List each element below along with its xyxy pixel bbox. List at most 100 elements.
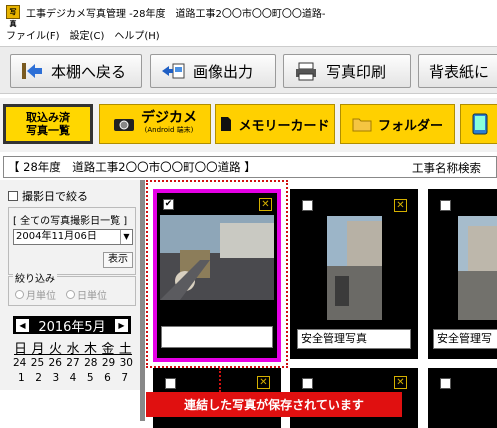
spine-button[interactable]: 背表紙に: [418, 54, 497, 88]
photo-checkbox[interactable]: [302, 200, 313, 211]
calendar-day[interactable]: 5: [87, 372, 94, 384]
app-icon: 写真: [6, 5, 20, 28]
calendar-day[interactable]: 1: [18, 372, 25, 384]
filter-by-date-row: 撮影日で絞る: [8, 188, 88, 204]
calendar-title: 2016年5月: [38, 319, 106, 335]
construction-photo: [160, 215, 274, 300]
back-to-shelf-button[interactable]: 本棚へ戻る: [10, 54, 142, 88]
tab-imported-line2: 写真一覧: [26, 124, 70, 137]
photo-checkbox[interactable]: [165, 378, 176, 389]
image-export-label: 画像出力: [193, 62, 254, 81]
menu-file[interactable]: ファイル(F): [6, 27, 60, 42]
close-icon[interactable]: ✕: [394, 376, 407, 389]
calendar-header: ◀ 2016年5月 ▶: [13, 316, 131, 335]
calendar-week-2: 1 2 3 4 5 6 7: [18, 372, 128, 384]
tab-folder-label: フォルダー: [377, 118, 443, 134]
next-month-icon[interactable]: ▶: [114, 318, 128, 332]
photo-card-selected[interactable]: ✔ ✕: [153, 189, 281, 362]
camera-icon: [114, 119, 134, 131]
callout-label: 連結した写真が保存されています: [146, 392, 402, 417]
window-title: 工事デジカメ写真管理 -28年度 道路工事2〇〇市〇〇町〇〇道路-: [26, 8, 326, 20]
date-select[interactable]: 2004年11月06日 ▼: [13, 229, 133, 245]
close-icon[interactable]: ✕: [257, 376, 270, 389]
photo-grid: ✔ ✕ ✕ 安全管理写真 安全管理写 ✕ ✕: [145, 180, 497, 428]
spine-label: 背表紙に: [429, 62, 490, 81]
tab-memory-label: メモリーカード: [238, 118, 330, 134]
photo-checkbox[interactable]: [440, 200, 451, 211]
tab-memory-card[interactable]: メモリーカード: [215, 104, 335, 144]
photo-checkbox[interactable]: [440, 378, 451, 389]
filter-by-date-checkbox[interactable]: [8, 191, 18, 201]
close-icon[interactable]: ✕: [394, 199, 407, 212]
close-icon[interactable]: ✕: [259, 198, 272, 211]
date-list-label: [ 全ての写真撮影日一覧 ]: [13, 216, 128, 227]
folder-icon: [352, 118, 372, 132]
tab-camera-sub: (Android 端末): [144, 126, 194, 134]
tab-tablet[interactable]: [460, 104, 497, 144]
calendar-day[interactable]: 29: [102, 357, 115, 369]
calendar-day[interactable]: 7: [121, 372, 128, 384]
radio-month[interactable]: 月単位: [15, 287, 56, 302]
source-tabs: 取込み済 写真一覧 デジカメ (Android 端末) メモリーカード フォルダ…: [0, 98, 497, 152]
calendar-day[interactable]: 6: [104, 372, 111, 384]
prev-month-icon[interactable]: ◀: [16, 318, 29, 332]
radio-month-label: 月単位: [26, 291, 56, 302]
filter-by-date-label: 撮影日で絞る: [22, 190, 88, 203]
callout-connector: [219, 368, 221, 392]
menu-bar: ファイル(F) 設定(C) ヘルプ(H): [0, 24, 497, 44]
title-bar: 写真 工事デジカメ写真管理 -28年度 道路工事2〇〇市〇〇町〇〇道路-: [0, 0, 497, 28]
tab-folder[interactable]: フォルダー: [340, 104, 455, 144]
calendar-day[interactable]: 28: [84, 357, 97, 369]
photo-card[interactable]: [428, 368, 497, 428]
photo-caption[interactable]: 安全管理写: [433, 329, 497, 349]
radio-month-circle: [15, 290, 24, 299]
radio-day-label: 日単位: [77, 291, 107, 302]
photo-caption[interactable]: 安全管理写真: [297, 329, 411, 349]
calendar-day[interactable]: 24: [13, 357, 26, 369]
calendar-day[interactable]: 4: [70, 372, 77, 384]
menu-settings[interactable]: 設定(C): [70, 27, 105, 42]
tab-imported-photos[interactable]: 取込み済 写真一覧: [3, 104, 93, 144]
main-toolbar: 本棚へ戻る 画像出力 写真印刷 背表紙に: [0, 46, 497, 94]
date-select-value: 2004年11月06日: [16, 231, 97, 242]
photo-card[interactable]: ✕ 安全管理写真: [290, 189, 418, 359]
date-sidebar: 撮影日で絞る [ 全ての写真撮影日一覧 ] 2004年11月06日 ▼ 表示 絞…: [0, 180, 140, 390]
sd-card-icon: [221, 117, 232, 131]
date-group: [ 全ての写真撮影日一覧 ] 2004年11月06日 ▼ 表示: [8, 207, 136, 275]
show-button[interactable]: 表示: [103, 252, 133, 268]
calendar-day[interactable]: 3: [52, 372, 59, 384]
radio-day[interactable]: 日単位: [66, 287, 107, 302]
tablet-icon: [472, 113, 488, 135]
export-icon: [162, 63, 185, 79]
photo-caption[interactable]: [161, 326, 273, 348]
construction-photo: [327, 216, 382, 320]
chevron-down-icon[interactable]: ▼: [120, 230, 132, 244]
tab-digital-camera[interactable]: デジカメ (Android 端末): [99, 104, 211, 144]
calendar-day[interactable]: 30: [120, 357, 133, 369]
radio-day-circle: [66, 290, 75, 299]
photo-print-button[interactable]: 写真印刷: [283, 54, 411, 88]
back-to-shelf-label: 本棚へ戻る: [51, 62, 127, 81]
narrow-group: 絞り込み 月単位 日単位: [8, 270, 136, 306]
calendar-day[interactable]: 2: [35, 372, 42, 384]
narrow-options: 月単位 日単位: [15, 287, 107, 302]
photo-card[interactable]: 安全管理写: [428, 189, 497, 359]
tab-camera-text: デジカメ (Android 端末): [141, 110, 197, 136]
calendar-week-1: 24 25 26 27 28 29 30: [13, 357, 133, 369]
photo-print-label: 写真印刷: [326, 62, 387, 81]
back-arrow-icon: [22, 63, 42, 79]
calendar-day[interactable]: 26: [49, 357, 62, 369]
photo-checkbox[interactable]: ✔: [163, 199, 174, 210]
photo-checkbox[interactable]: [302, 378, 313, 389]
calendar-day[interactable]: 25: [31, 357, 44, 369]
project-search-label[interactable]: 工事名称検索: [412, 160, 481, 176]
narrow-label: 絞り込み: [13, 270, 57, 285]
printer-icon: [296, 62, 316, 81]
project-title: 【 28年度 道路工事2〇〇市〇〇町〇〇道路 】: [8, 160, 256, 174]
image-export-button[interactable]: 画像出力: [150, 54, 276, 88]
tab-imported-line1: 取込み済: [26, 111, 70, 124]
calendar-day[interactable]: 27: [66, 357, 79, 369]
tab-camera-label: デジカメ: [141, 110, 197, 126]
construction-photo: [458, 216, 497, 320]
menu-help[interactable]: ヘルプ(H): [114, 27, 159, 42]
